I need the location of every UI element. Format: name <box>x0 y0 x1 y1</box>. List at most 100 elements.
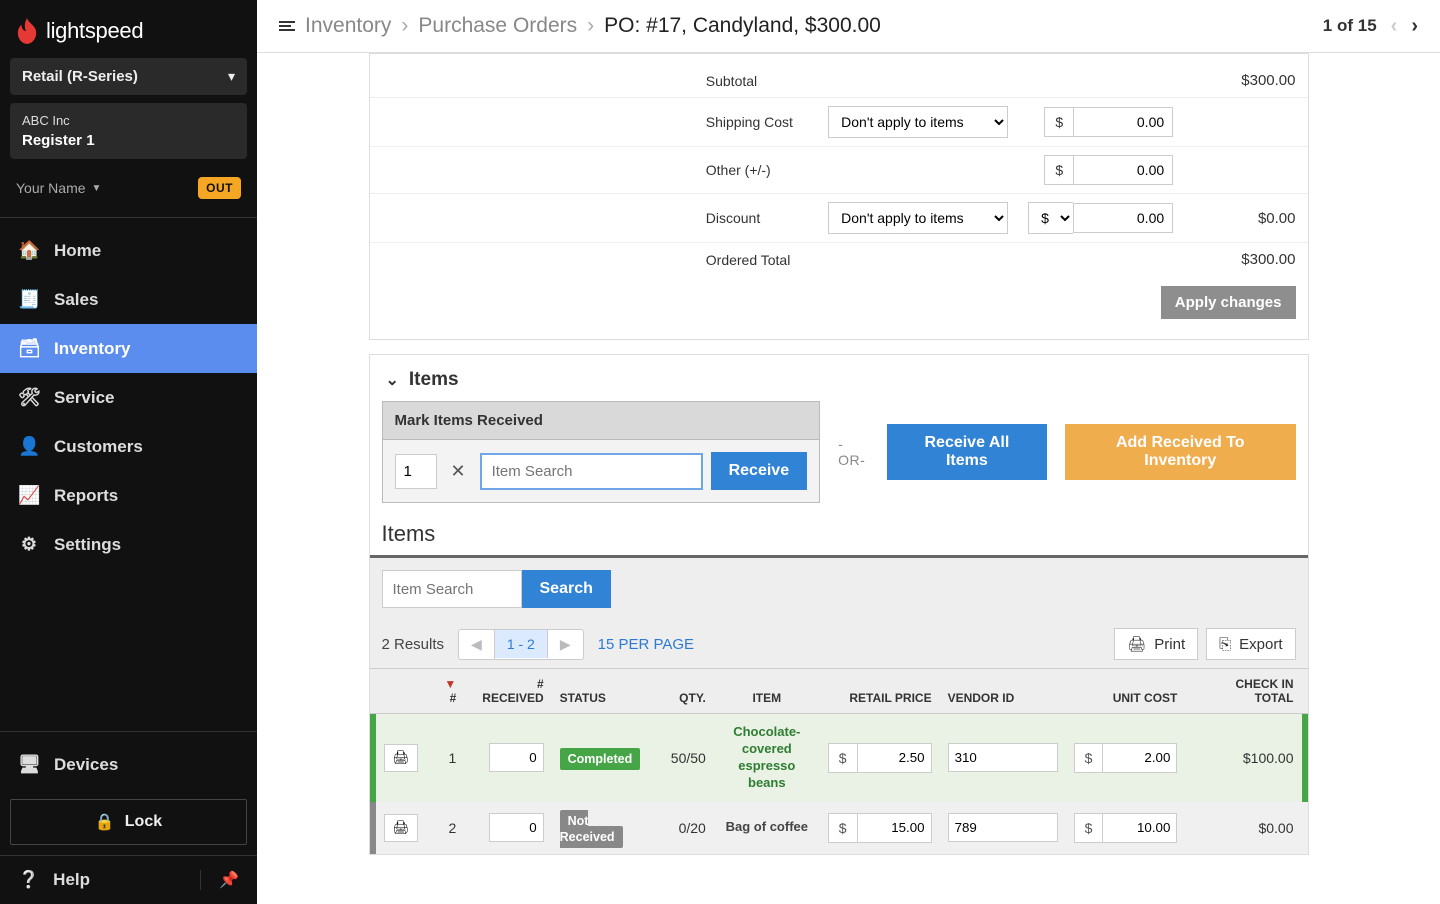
nav-sales[interactable]: 🧾Sales <box>0 275 257 324</box>
col-vendor[interactable]: VENDOR ID <box>940 669 1066 714</box>
col-num[interactable]: ▼ # <box>426 669 464 714</box>
clock-out-badge[interactable]: OUT <box>198 177 241 199</box>
unit-cost-input[interactable] <box>1102 743 1177 773</box>
received-input[interactable] <box>489 743 544 772</box>
nav-label: Devices <box>54 755 118 775</box>
lock-button[interactable]: 🔒 Lock <box>10 799 247 845</box>
discount-amount-input[interactable] <box>1073 203 1173 233</box>
received-input[interactable] <box>489 813 544 842</box>
items-table: ▼ # # RECEIVED STATUS QTY. ITEM RETAIL P… <box>370 668 1308 854</box>
items-search-input[interactable] <box>382 570 522 608</box>
col-item[interactable]: ITEM <box>714 669 820 714</box>
gear-icon: ⚙ <box>18 534 40 555</box>
receive-button[interactable]: Receive <box>711 452 808 490</box>
wrench-icon: 🛠 <box>18 387 40 408</box>
brand-logo[interactable]: lightspeed <box>0 0 257 58</box>
subtotal-value: $300.00 <box>1183 64 1307 98</box>
lock-icon: 🔒 <box>95 812 115 832</box>
col-received[interactable]: # RECEIVED <box>464 669 551 714</box>
receive-item-search[interactable] <box>480 453 703 490</box>
print-label-button[interactable]: 🖨 <box>384 744 419 772</box>
print-label-button[interactable]: 🖨 <box>384 814 419 842</box>
other-amount-input[interactable] <box>1073 155 1173 185</box>
nav-label: Home <box>54 241 101 261</box>
other-label: Other (+/-) <box>694 147 818 194</box>
flame-icon <box>16 18 38 44</box>
items-search-button[interactable]: Search <box>522 570 611 608</box>
col-status[interactable]: STATUS <box>552 669 663 714</box>
print-button[interactable]: 🖨Print <box>1114 628 1198 660</box>
unit-cost-input[interactable] <box>1102 813 1177 843</box>
col-checkin[interactable]: CHECK IN TOTAL <box>1185 669 1301 714</box>
item-link[interactable]: Chocolate-covered espresso beans <box>722 724 812 792</box>
page-range[interactable]: 1 - 2 <box>495 630 548 658</box>
user-menu[interactable]: Your Name ▼ <box>16 180 101 196</box>
ordered-total-label: Ordered Total <box>694 243 818 277</box>
table-row: 🖨1Completed50/50Chocolate-covered espres… <box>370 714 1308 802</box>
shipping-amount-input[interactable] <box>1073 107 1173 137</box>
nav-reports[interactable]: 📈Reports <box>0 471 257 520</box>
item-link[interactable]: Bag of coffee <box>722 819 812 836</box>
totals-panel: Subtotal $300.00 Shipping Cost Don't app… <box>369 53 1309 340</box>
chevron-right-icon: › <box>587 14 594 38</box>
vendor-id-input[interactable] <box>948 743 1058 772</box>
nav-service[interactable]: 🛠Service <box>0 373 257 422</box>
receive-all-button[interactable]: Receive All Items <box>887 424 1047 480</box>
pagination: ◀ 1 - 2 ▶ <box>458 629 584 660</box>
clear-icon[interactable]: ✕ <box>445 461 472 482</box>
nav-customers[interactable]: 👤Customers <box>0 422 257 471</box>
items-section-toggle[interactable]: ⌄ Items <box>370 355 1308 405</box>
crumb-inventory[interactable]: Inventory <box>305 14 391 38</box>
col-unit[interactable]: UNIT COST <box>1066 669 1186 714</box>
nav-devices[interactable]: 🖥Devices <box>0 740 257 789</box>
box-icon: 🗃 <box>18 338 40 359</box>
export-button[interactable]: ⎘Export <box>1206 628 1295 660</box>
shipping-apply-select[interactable]: Don't apply to items <box>828 106 1008 138</box>
nav-settings[interactable]: ⚙Settings <box>0 520 257 569</box>
apply-changes-button[interactable]: Apply changes <box>1161 286 1296 319</box>
col-retail[interactable]: RETAIL PRICE <box>820 669 940 714</box>
location-block[interactable]: ABC Inc Register 1 <box>10 103 247 159</box>
record-pager: 1 of 15 ‹ › <box>1323 15 1418 38</box>
chevron-down-icon: ⌄ <box>386 370 399 390</box>
main-nav: 🏠Home 🧾Sales 🗃 Inventory 🛠Service 👤Custom… <box>0 217 257 569</box>
nav-home[interactable]: 🏠Home <box>0 226 257 275</box>
help-icon: ❔ <box>18 870 39 890</box>
pager-prev[interactable]: ‹ <box>1391 15 1398 38</box>
menu-icon[interactable] <box>279 19 295 33</box>
nav-label: Reports <box>54 486 118 506</box>
ordered-total-value: $300.00 <box>1183 243 1307 277</box>
nav-help[interactable]: ❔Help <box>18 870 90 890</box>
col-qty[interactable]: QTY. <box>663 669 714 714</box>
register-icon: 🧾 <box>18 289 40 310</box>
retail-price-input[interactable] <box>857 743 932 773</box>
currency-symbol: $ <box>1044 107 1073 137</box>
page-prev[interactable]: ◀ <box>459 630 495 659</box>
topbar: Inventory › Purchase Orders › PO: #17, C… <box>257 0 1440 53</box>
currency-symbol: $ <box>1074 743 1103 773</box>
discount-currency-select[interactable]: $ <box>1028 202 1073 234</box>
sort-desc-icon: ▼ <box>444 677 456 691</box>
pin-icon[interactable]: 📌 <box>200 870 239 890</box>
pager-next[interactable]: › <box>1411 15 1418 38</box>
receive-qty-input[interactable] <box>395 454 437 489</box>
lock-label: Lock <box>125 813 162 831</box>
nav-label: Inventory <box>54 339 131 359</box>
table-row: 🖨2Not Received0/20Bag of coffee$$$0.00 <box>370 802 1308 854</box>
items-panel: ⌄ Items Mark Items Received ✕ Receive <box>369 354 1309 855</box>
retail-price-input[interactable] <box>857 813 932 843</box>
status-badge: Completed <box>560 748 641 770</box>
per-page-select[interactable]: 15 PER PAGE <box>598 636 694 653</box>
discount-apply-select[interactable]: Don't apply to items <box>828 202 1008 234</box>
vendor-id-input[interactable] <box>948 813 1058 842</box>
nav-inventory[interactable]: 🗃 Inventory <box>0 324 257 373</box>
add-to-inventory-button[interactable]: Add Received To Inventory <box>1065 424 1295 480</box>
mark-received-box: Mark Items Received ✕ Receive <box>382 401 821 503</box>
product-selector[interactable]: Retail (R-Series) ▾ <box>10 58 247 95</box>
qty-value: 50/50 <box>663 714 714 802</box>
currency-symbol: $ <box>1074 813 1103 843</box>
or-divider: -OR- <box>838 436 869 468</box>
page-next[interactable]: ▶ <box>548 630 583 659</box>
mark-received-heading: Mark Items Received <box>383 402 820 440</box>
crumb-purchase-orders[interactable]: Purchase Orders <box>418 14 577 38</box>
